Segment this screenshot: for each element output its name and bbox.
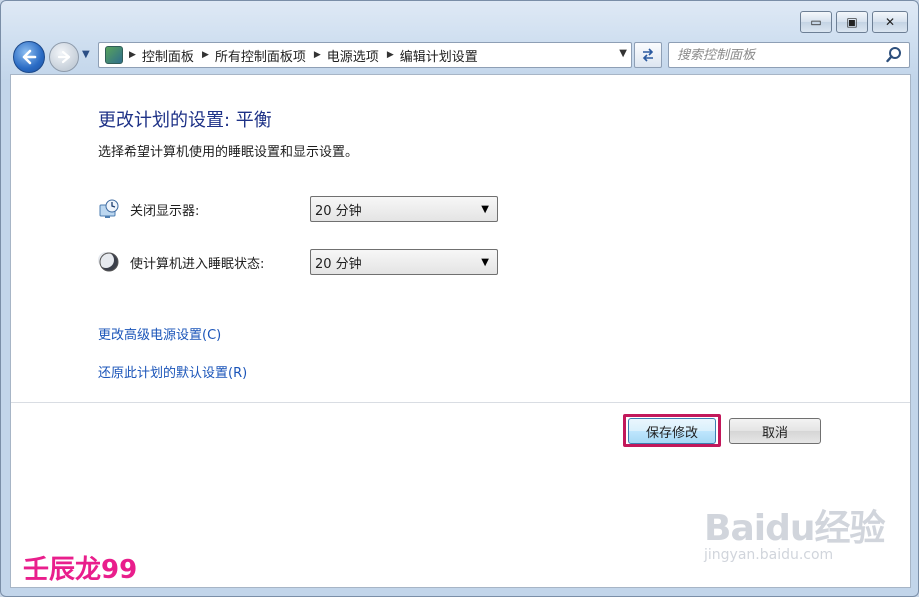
display-off-select[interactable]: 20 分钟 ▼ [310,196,498,222]
search-icon[interactable] [885,46,903,64]
brand-watermark: Baidu经验 jingyan.baidu.com [704,499,885,563]
breadcrumb-control-panel[interactable]: 控制面板 [142,46,194,65]
restore-defaults-link[interactable]: 还原此计划的默认设置(R) [98,362,247,381]
breadcrumb-separator-icon[interactable]: ▶ [202,50,209,60]
breadcrumb-all-items[interactable]: 所有控制面板项 [215,46,306,65]
display-clock-icon [99,199,119,218]
search-box[interactable] [668,42,910,68]
forward-button[interactable] [49,42,79,72]
dropdown-arrow-icon: ▼ [481,203,489,215]
maximize-button[interactable]: ▣ [836,11,868,33]
refresh-button[interactable] [634,42,662,68]
sleep-select[interactable]: 20 分钟 ▼ [310,249,498,275]
address-dropdown-icon[interactable]: ▼ [619,48,627,59]
display-off-label: 关闭显示器: [130,203,200,219]
refresh-icon [642,48,654,62]
dropdown-arrow-icon: ▼ [481,256,489,268]
control-panel-window: ▭ ▣ ✕ ▼ ▶ 控制面板 ▶ 所有控制面板项 ▶ 电源选项 ▶ 编辑计划设置… [0,0,919,597]
caption-buttons: ▭ ▣ ✕ [800,11,908,33]
page-title: 更改计划的设置: 平衡 [98,110,272,131]
moon-icon [98,252,119,272]
breadcrumb-power-options[interactable]: 电源选项 [327,46,379,65]
display-off-setting: 关闭显示器: 20 分钟 ▼ [98,196,498,222]
address-bar[interactable]: ▶ 控制面板 ▶ 所有控制面板项 ▶ 电源选项 ▶ 编辑计划设置 ▼ [98,42,632,68]
sleep-value: 20 分钟 [315,256,362,272]
close-icon: ✕ [884,15,896,29]
sleep-label: 使计算机进入睡眠状态: [130,256,265,272]
close-button[interactable]: ✕ [872,11,908,33]
minimize-icon: ▭ [810,15,822,29]
breadcrumb-edit-plan[interactable]: 编辑计划设置 [400,46,478,65]
cancel-button[interactable]: 取消 [729,418,821,444]
brand-logo: Baidu经验 [704,508,885,549]
breadcrumb-separator-icon: ▶ [129,50,136,60]
author-watermark: 壬辰龙99 [23,555,138,585]
arrow-left-icon [22,49,37,65]
arrow-right-icon [57,50,71,64]
breadcrumb-separator-icon[interactable]: ▶ [387,50,394,60]
divider [11,402,910,403]
display-off-value: 20 分钟 [315,203,362,219]
page-subtitle: 选择希望计算机使用的睡眠设置和显示设置。 [98,145,359,160]
back-button[interactable] [13,41,45,73]
chevron-down-icon: ▼ [82,49,90,60]
minimize-button[interactable]: ▭ [800,11,832,33]
save-button[interactable]: 保存修改 [628,418,716,444]
recent-pages-button[interactable]: ▼ [82,49,90,60]
maximize-icon: ▣ [846,15,858,29]
search-input[interactable] [669,43,869,67]
control-panel-icon [105,46,123,64]
breadcrumb-separator-icon[interactable]: ▶ [314,50,321,60]
advanced-power-settings-link[interactable]: 更改高级电源设置(C) [98,324,221,343]
sleep-setting: 使计算机进入睡眠状态: 20 分钟 ▼ [98,249,498,275]
